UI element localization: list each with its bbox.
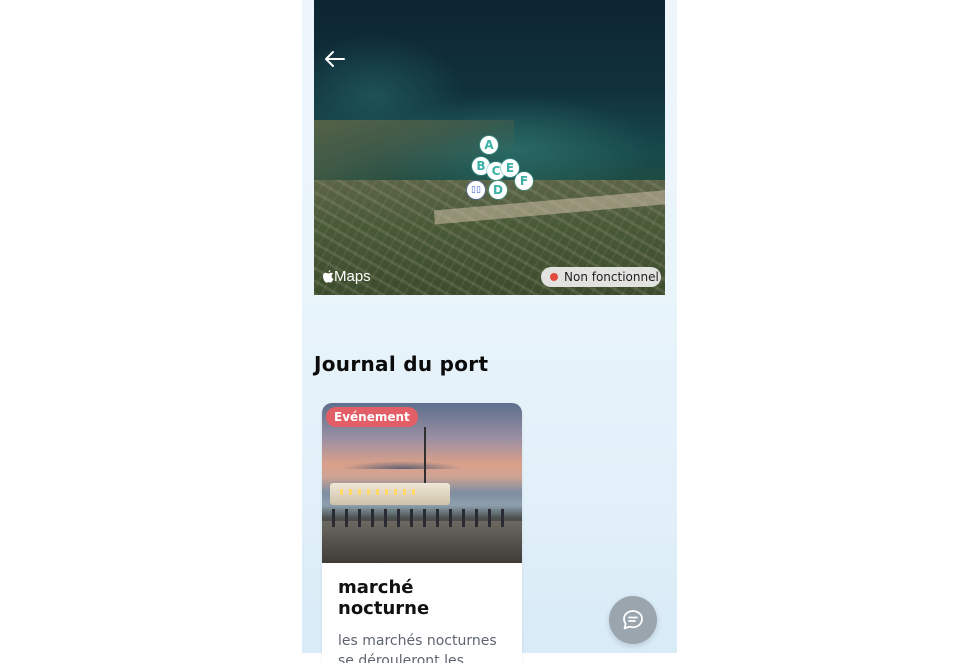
- chat-button[interactable]: [609, 596, 657, 644]
- map-marker-f[interactable]: F: [515, 172, 533, 190]
- status-indicator[interactable]: Non fonctionnel: [541, 267, 661, 287]
- apple-icon: [323, 270, 334, 283]
- map-marker-a[interactable]: A: [480, 136, 498, 154]
- journal-card[interactable]: Evénement marché nocturne les marchés no…: [322, 403, 522, 663]
- maps-attribution: Maps: [323, 268, 371, 285]
- status-dot: [550, 273, 558, 281]
- arrow-left-icon: [325, 51, 345, 67]
- photo-lights: [340, 489, 420, 495]
- section-title: Journal du port: [314, 352, 489, 376]
- current-position-marker[interactable]: ▯▯: [467, 181, 485, 199]
- status-label: Non fonctionnel: [564, 270, 659, 284]
- maps-attribution-label: Maps: [334, 268, 371, 285]
- photo-hills: [322, 455, 522, 469]
- map-marker-d[interactable]: D: [489, 181, 507, 199]
- photo-people: [332, 509, 512, 527]
- photo-quay: [322, 521, 522, 563]
- card-body: marché nocturne les marchés nocturnes se…: [322, 563, 522, 663]
- card-photo: Evénement: [322, 403, 522, 563]
- event-badge: Evénement: [326, 407, 418, 427]
- back-button[interactable]: [320, 44, 350, 74]
- card-title: marché nocturne: [338, 577, 430, 619]
- card-description: les marchés nocturnes se dérouleront les: [338, 633, 497, 663]
- chat-bubble-icon: [623, 610, 643, 630]
